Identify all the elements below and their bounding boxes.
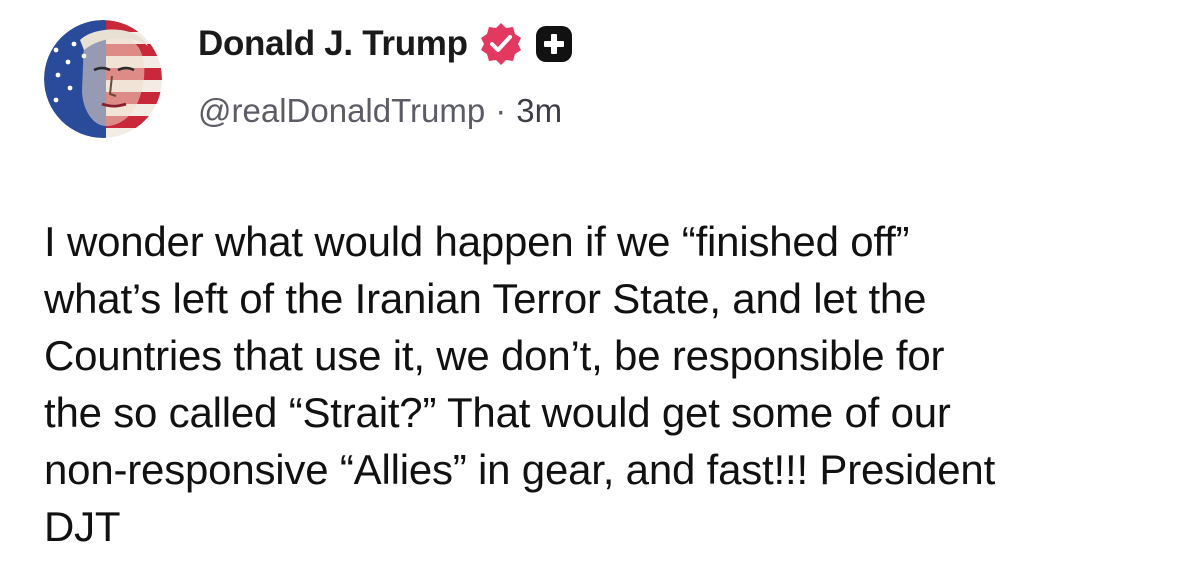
post-meta: @realDonaldTrump · 3m bbox=[198, 92, 562, 130]
post-body-text: I wonder what would happen if we “finish… bbox=[44, 218, 996, 550]
post-card: Donald J. Trump @realDonaldTrump · 3m I … bbox=[0, 0, 1199, 565]
post-timestamp[interactable]: 3m bbox=[516, 92, 562, 130]
avatar[interactable] bbox=[44, 20, 162, 138]
author-handle[interactable]: @realDonaldTrump bbox=[198, 92, 485, 130]
plus-badge-icon bbox=[534, 24, 574, 64]
author-display-name[interactable]: Donald J. Trump bbox=[198, 24, 468, 64]
verified-badge-icon bbox=[478, 21, 524, 67]
author-name-row: Donald J. Trump bbox=[198, 22, 574, 66]
meta-separator: · bbox=[495, 92, 507, 129]
